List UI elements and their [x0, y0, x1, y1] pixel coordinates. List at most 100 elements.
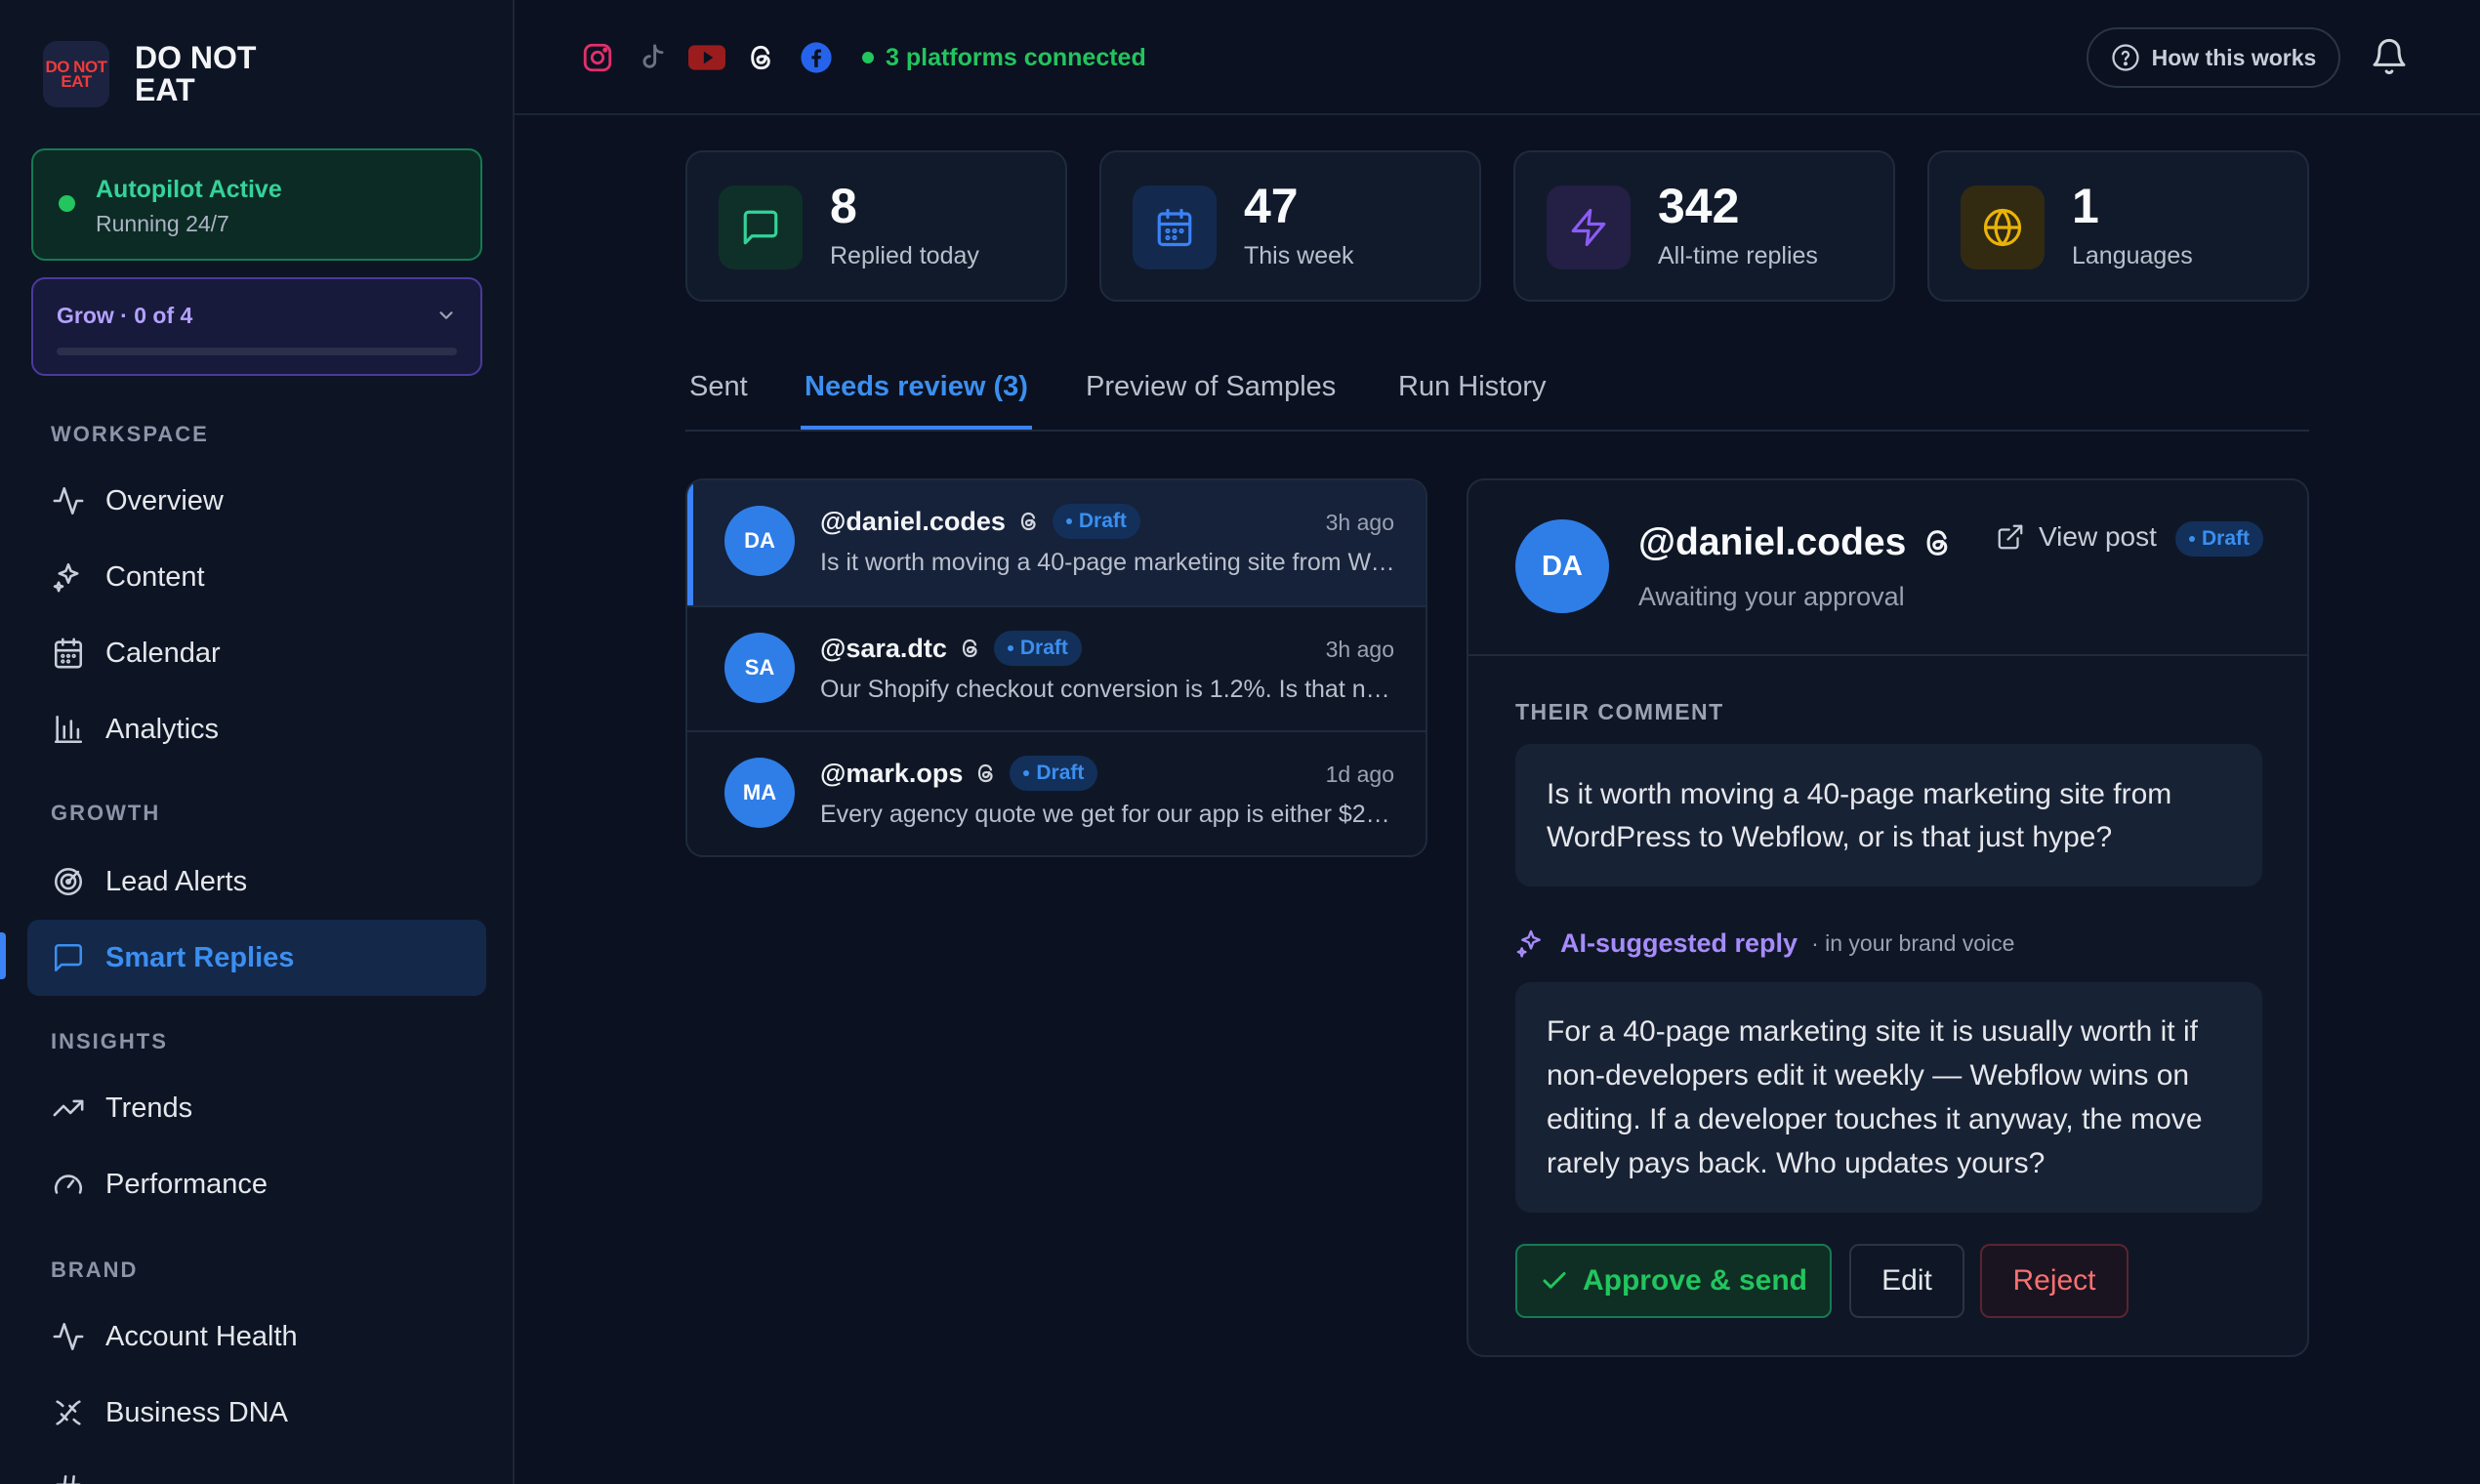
message-square-icon — [51, 940, 86, 975]
sidebar-item-trends[interactable]: Trends — [27, 1070, 486, 1146]
their-comment-label: THEIR COMMENT — [1515, 699, 1724, 724]
stat-label: All-time replies — [1658, 242, 1818, 269]
tab-run-history[interactable]: Run History — [1394, 371, 1550, 430]
sidebar-item-content[interactable]: Content — [27, 539, 486, 615]
list-item[interactable]: MA @mark.ops Draft 1d ago Every agency q… — [687, 730, 1426, 855]
stat-card-replied-today: 8 Replied today — [685, 150, 1067, 302]
sidebar-item-label: Lead Alerts — [105, 865, 248, 897]
comment-snippet: Our Shopify checkout conversion is 1.2%.… — [820, 676, 1396, 703]
tab-needs-review[interactable]: Needs review (3) — [801, 371, 1032, 430]
comment-snippet: Every agency quote we get for our app is… — [820, 801, 1396, 828]
stat-card-languages: 1 Languages — [1927, 150, 2309, 302]
avatar: MA — [724, 758, 795, 828]
radar-icon — [51, 864, 86, 899]
sidebar: DO NOT EAT DO NOT EAT Autopilot Active R… — [0, 0, 515, 1484]
stat-label: Languages — [2072, 242, 2193, 269]
autopilot-subtitle: Running 24/7 — [96, 211, 229, 236]
sidebar-item-label: Overview — [105, 484, 224, 516]
topbar: 3 platforms connected How this works — [515, 0, 2480, 115]
stat-card-all-time: 342 All-time replies — [1513, 150, 1895, 302]
sidebar-item-account-health[interactable]: Account Health — [27, 1298, 486, 1375]
grow-progress-dropdown[interactable]: Grow · 0 of 4 — [31, 277, 482, 376]
tab-bar: Sent Needs review (3) Preview of Samples… — [685, 361, 2309, 432]
sidebar-item-business-dna[interactable]: Business DNA — [27, 1375, 486, 1451]
sidebar-item-smart-replies[interactable]: Smart Replies — [27, 920, 486, 996]
activity-icon — [51, 483, 86, 518]
how-this-works-button[interactable]: How this works — [2087, 27, 2340, 88]
brand-name: DO NOT EAT — [135, 42, 256, 106]
ai-reply-text[interactable]: For a 40-page marketing site it is usual… — [1515, 982, 2262, 1213]
sidebar-item-partial[interactable] — [27, 1451, 486, 1484]
view-post-link[interactable]: View post — [1996, 521, 2157, 553]
calendar-icon — [51, 636, 86, 671]
sidebar-item-label: Performance — [105, 1168, 269, 1200]
status-badge: Draft — [1010, 756, 1098, 791]
review-queue-list: DA @daniel.codes Draft 3h ago Is it wort… — [685, 478, 1427, 857]
reject-button[interactable]: Reject — [1980, 1244, 2129, 1318]
status-badge: Draft — [993, 631, 1082, 666]
brand-name-line1: DO NOT — [135, 40, 257, 75]
timestamp: 3h ago — [1325, 637, 1394, 662]
help-circle-icon — [2111, 43, 2140, 72]
sidebar-item-overview[interactable]: Overview — [27, 463, 486, 539]
youtube-icon[interactable] — [688, 39, 725, 76]
sidebar-item-label: Business DNA — [105, 1396, 288, 1428]
connection-status: 3 platforms connected — [862, 44, 1146, 72]
sidebar-item-calendar[interactable]: Calendar — [27, 615, 486, 691]
approve-send-button[interactable]: Approve & send — [1515, 1244, 1832, 1318]
handle-row: @daniel.codes Draft — [820, 504, 1140, 539]
section-growth: GROWTH — [51, 801, 161, 825]
edit-button[interactable]: Edit — [1849, 1244, 1964, 1318]
status-badge: Draft — [2175, 521, 2264, 556]
section-brand: BRAND — [51, 1257, 139, 1282]
tab-sent[interactable]: Sent — [685, 371, 752, 430]
tiktok-icon[interactable] — [634, 39, 671, 76]
brand-name-line2: EAT — [135, 72, 195, 107]
stat-value: 8 — [830, 179, 857, 233]
trending-up-icon — [51, 1091, 86, 1126]
tab-preview-of-samples[interactable]: Preview of Samples — [1082, 371, 1340, 430]
threads-icon — [974, 762, 998, 785]
logo-text-line2: EAT — [61, 72, 92, 91]
sparkles-icon — [1515, 928, 1547, 959]
active-indicator — [0, 932, 6, 979]
brand[interactable]: DO NOT EAT DO NOT EAT — [43, 41, 256, 107]
bell-icon[interactable] — [2370, 37, 2409, 76]
instagram-icon[interactable] — [579, 39, 616, 76]
stat-card-this-week: 47 This week — [1099, 150, 1481, 302]
view-post-label: View post — [2039, 521, 2157, 552]
sidebar-item-performance[interactable]: Performance — [27, 1146, 486, 1222]
sidebar-item-lead-alerts[interactable]: Lead Alerts — [27, 844, 486, 920]
detail-header: DA @daniel.codes Awaiting your approval … — [1468, 480, 2307, 656]
username: @sara.dtc — [820, 633, 947, 663]
platform-list: 3 platforms connected — [579, 39, 1146, 76]
timestamp: 1d ago — [1325, 762, 1394, 787]
ai-reply-note: · in your brand voice — [1811, 929, 2015, 956]
threads-icon — [1922, 526, 1955, 559]
connection-status-text: 3 platforms connected — [886, 43, 1146, 71]
stat-value: 47 — [1244, 179, 1299, 233]
threads-icon[interactable] — [743, 39, 780, 76]
external-link-icon — [1996, 522, 2025, 552]
sidebar-item-analytics[interactable]: Analytics — [27, 691, 486, 767]
stat-label: Replied today — [830, 242, 979, 269]
sidebar-item-label: Trends — [105, 1092, 193, 1124]
how-this-works-label: How this works — [2151, 44, 2317, 70]
ai-reply-header: AI-suggested reply · in your brand voice — [1515, 928, 2014, 959]
list-item[interactable]: DA @daniel.codes Draft 3h ago Is it wort… — [687, 480, 1426, 605]
sidebar-item-label: Account Health — [105, 1320, 298, 1352]
grow-progress-bar — [57, 348, 457, 355]
sidebar-item-label: Smart Replies — [105, 941, 295, 973]
handle-row: @sara.dtc Draft — [820, 631, 1082, 666]
autopilot-status-card[interactable]: Autopilot Active Running 24/7 — [31, 148, 482, 261]
bar-chart-icon — [51, 712, 86, 747]
username: @mark.ops — [820, 758, 964, 788]
approval-status: Awaiting your approval — [1638, 582, 1905, 611]
facebook-icon[interactable] — [798, 39, 835, 76]
threads-icon — [1017, 510, 1041, 533]
handle-row: @mark.ops Draft — [820, 756, 1098, 791]
ai-reply-label: AI-suggested reply — [1560, 928, 1798, 958]
list-item[interactable]: SA @sara.dtc Draft 3h ago Our Shopify ch… — [687, 605, 1426, 730]
their-comment-text: Is it worth moving a 40-page marketing s… — [1515, 744, 2262, 886]
status-badge: Draft — [1052, 504, 1140, 539]
